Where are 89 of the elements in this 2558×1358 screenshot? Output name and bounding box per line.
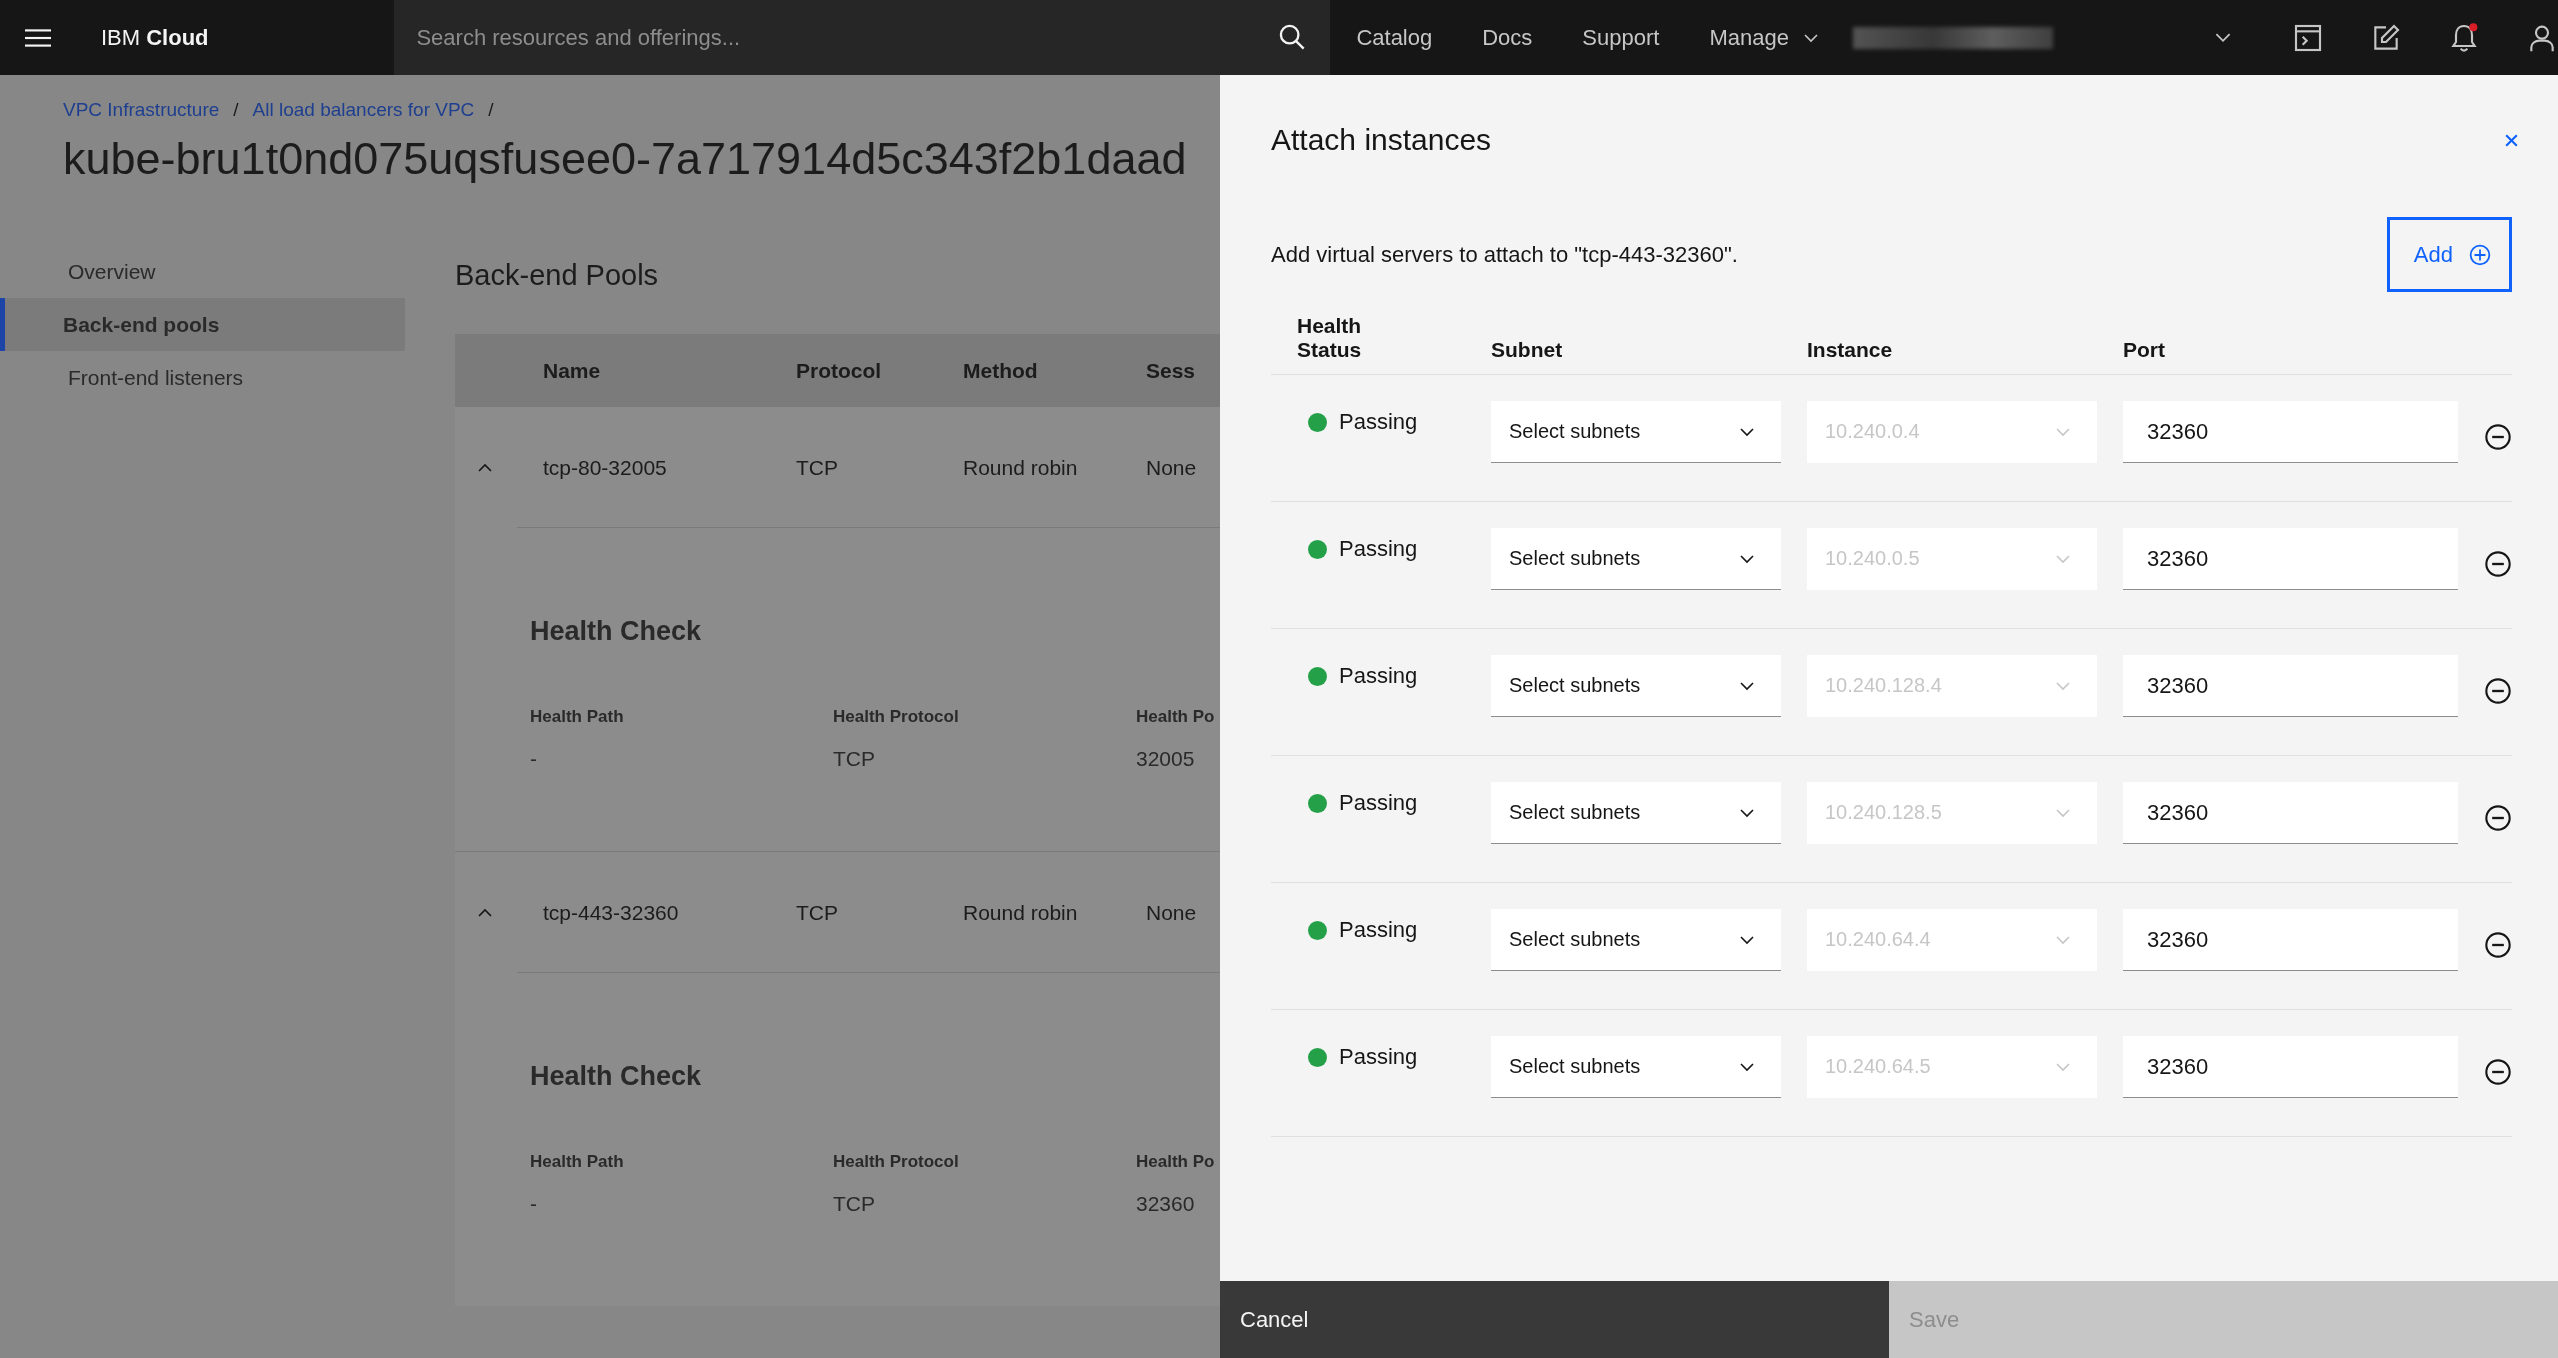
field-value: 32360 [1136,1192,1196,1216]
chevron-down-icon [1739,1061,1755,1072]
subnet-dropdown[interactable]: Select subnets [1491,1036,1781,1098]
health-check-heading: Health Check [530,1061,703,1092]
table-cell-text: None [1146,455,1198,480]
table-cell-text: Round robin [963,900,1079,925]
cancel-button[interactable]: Cancel [1220,1281,1889,1358]
brand-name[interactable]: IBM Cloud [101,24,209,51]
health-check-heading: Health Check [530,616,703,647]
side-nav-item[interactable]: Overview [0,245,405,298]
column-header: Port [2123,338,2166,362]
add-button[interactable]: Add [2386,217,2512,292]
field-label: Health Path [530,1152,625,1172]
chevron-down-icon [2055,426,2071,437]
column-header: Subnet [1491,338,1564,362]
table-cell-text: TCP [796,455,839,480]
menu-icon[interactable] [25,26,51,49]
table-cell-text: tcp-80-32005 [543,455,668,480]
column-header: Name [543,358,602,383]
remove-icon[interactable] [2484,1058,2512,1086]
side-nav-item[interactable]: Front-end listeners [0,351,405,404]
port-field[interactable]: 32360 [2123,401,2458,463]
chevron-down-icon [2055,553,2071,564]
field-label: Health Protocol [833,1152,960,1172]
nav-link[interactable]: Support [1582,24,1660,51]
table-cell-text: tcp-443-32360 [543,900,680,925]
port-field[interactable]: 32360 [2123,909,2458,971]
field-value: - [530,747,538,771]
chevron-down-icon [1739,807,1755,818]
chevron-icon[interactable] [477,462,493,473]
breadcrumb-separator: / [488,99,494,121]
field-value: 32005 [1136,747,1196,771]
column-header: Method [963,358,1039,383]
column-header: Sess [1146,358,1197,383]
status-label: Passing [1339,917,1418,943]
status-label: Passing [1339,409,1418,435]
panel-title: Attach instances [1271,123,1492,157]
chevron-down-icon [2055,934,2071,945]
column-header: Protocol [796,358,883,383]
port-field[interactable]: 32360 [2123,655,2458,717]
plus-circle-icon [2469,243,2491,266]
remove-icon[interactable] [2484,423,2512,451]
remove-icon[interactable] [2484,677,2512,705]
field-label: Health Path [530,707,625,727]
chevron-down-icon [1739,426,1755,437]
table-cell-text: None [1146,900,1198,925]
table-cell-text: TCP [796,900,839,925]
status-label: Passing [1339,536,1418,562]
table-cell-text: Round robin [963,455,1079,480]
column-header: Instance [1807,338,1894,362]
remove-icon[interactable] [2484,550,2512,578]
column-header: Health Status [1297,314,1363,362]
chevron-down-icon [1739,553,1755,564]
panel-description: Add virtual servers to attach to "tcp-443-32360". [1271,241,1738,268]
nav-link[interactable]: Manage [1709,24,1819,51]
status-label: Passing [1339,1044,1418,1070]
chevron-down-icon [1802,32,1819,43]
nav-link[interactable]: Catalog [1356,24,1433,51]
nav-link[interactable]: Docs [1482,24,1533,51]
search-field[interactable]: Search resources and offerings... [394,0,1331,75]
port-field[interactable]: 32360 [2123,1036,2458,1098]
field-value: TCP [833,1192,876,1216]
breadcrumb-separator: / [233,99,239,121]
chevron-down-icon [2055,807,2071,818]
chevron-down-icon[interactable] [2214,32,2232,43]
subnet-dropdown[interactable]: Select subnets [1491,909,1781,971]
subnet-dropdown[interactable]: Select subnets [1491,528,1781,590]
remove-icon[interactable] [2484,931,2512,959]
remove-icon[interactable] [2484,804,2512,832]
field-label: Health Po [1136,707,1216,727]
page-title: kube-bru1t0nd075uqsfusee0-7a717914d5c343f2b1daad [63,133,1188,185]
field-label: Health Po [1136,1152,1216,1172]
subnet-dropdown[interactable]: Select subnets [1491,782,1781,844]
search-icon[interactable] [1278,23,1307,51]
status-label: Passing [1339,790,1418,816]
field-value: TCP [833,747,876,771]
section-heading: Back-end Pools [455,259,660,292]
chevron-down-icon [1739,934,1755,945]
subnet-dropdown[interactable]: Select subnets [1491,655,1781,717]
subnet-dropdown[interactable]: Select subnets [1491,401,1781,463]
chevron-down-icon [1739,680,1755,691]
chevron-down-icon [2055,1061,2071,1072]
chevron-down-icon [2055,680,2071,691]
port-field[interactable]: 32360 [2123,782,2458,844]
field-value: - [530,1192,538,1216]
chevron-icon[interactable] [477,907,493,918]
port-field[interactable]: 32360 [2123,528,2458,590]
status-label: Passing [1339,663,1418,689]
field-label: Health Protocol [833,707,960,727]
